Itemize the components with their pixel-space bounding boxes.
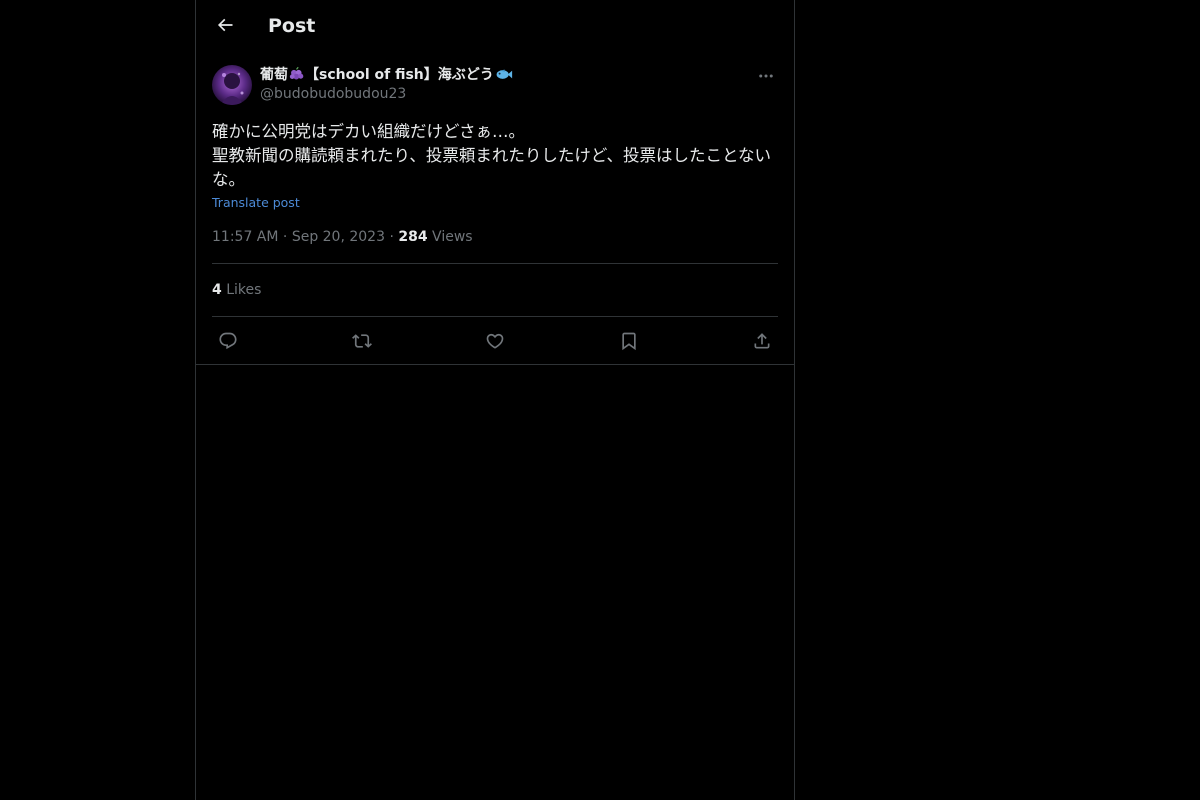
repost-button[interactable] bbox=[350, 329, 374, 353]
views-count: 284 bbox=[398, 229, 428, 245]
post-text: 確かに公明党はデカい組織だけどさぁ…。 聖教新聞の購読頼まれたり、投票頼まれたり… bbox=[212, 122, 772, 189]
reply-icon bbox=[219, 332, 237, 349]
like-button[interactable] bbox=[483, 329, 507, 353]
repost-icon bbox=[351, 333, 372, 348]
author-handle[interactable]: @budobudobudou23 bbox=[260, 86, 406, 102]
likes-label: Likes bbox=[226, 282, 262, 298]
more-icon bbox=[759, 74, 773, 78]
page-header: Post bbox=[196, 0, 794, 53]
avatar[interactable] bbox=[212, 65, 252, 105]
meta-separator: · bbox=[282, 229, 292, 245]
arrow-left-icon bbox=[217, 18, 233, 32]
likes-count: 4 bbox=[212, 282, 222, 298]
like-icon bbox=[486, 333, 504, 349]
fish-icon bbox=[496, 68, 512, 79]
avatar-image bbox=[212, 65, 252, 105]
grapes-icon bbox=[289, 66, 304, 80]
post-date[interactable]: Sep 20, 2023 bbox=[292, 229, 385, 245]
more-options-button[interactable] bbox=[754, 64, 778, 88]
action-bar bbox=[212, 317, 778, 364]
share-button[interactable] bbox=[750, 329, 774, 353]
post-bottom-border bbox=[196, 364, 794, 365]
post-meta: 11:57 AM · Sep 20, 2023 · 284 Views bbox=[212, 227, 778, 247]
back-button[interactable] bbox=[208, 8, 242, 42]
bookmark-button[interactable] bbox=[617, 329, 641, 353]
reply-button[interactable] bbox=[216, 329, 240, 353]
bookmark-icon bbox=[621, 332, 636, 350]
page-title: Post bbox=[268, 15, 316, 37]
display-name-prefix: 葡萄 bbox=[260, 67, 288, 83]
translate-post-link[interactable]: Translate post bbox=[212, 195, 300, 210]
post-time[interactable]: 11:57 AM bbox=[212, 229, 278, 245]
post: 葡萄 【school of fish】海ぶどう @budobudobudou23… bbox=[212, 60, 778, 364]
views-label: Views bbox=[432, 229, 473, 245]
post-column: Post 葡萄 【school of fish】海ぶどう @budobudobu… bbox=[195, 0, 795, 800]
share-icon bbox=[754, 332, 770, 348]
author-row: 葡萄 【school of fish】海ぶどう @budobudobudou23 bbox=[212, 60, 778, 108]
display-name-middle: 【school of fish】海ぶどう bbox=[305, 67, 494, 83]
likes-stat[interactable]: 4 Likes bbox=[212, 264, 778, 316]
author-display-name[interactable]: 葡萄 【school of fish】海ぶどう bbox=[260, 64, 513, 84]
